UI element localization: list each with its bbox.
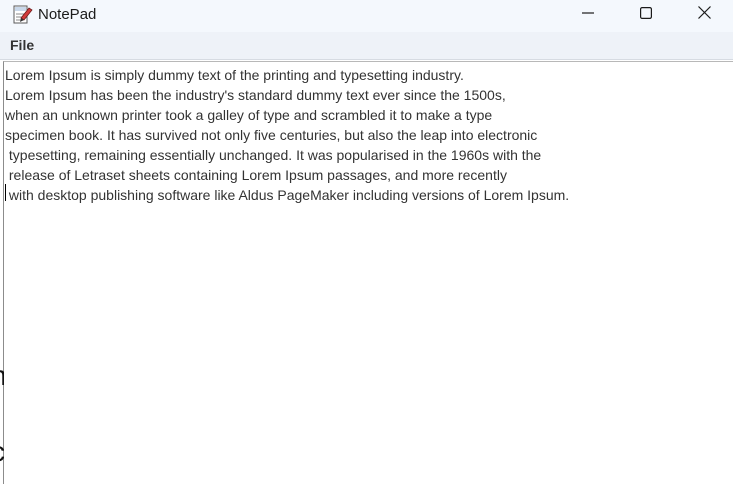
maximize-icon [640,6,653,24]
minimize-button[interactable] [565,0,611,30]
notepad-app-icon [11,4,33,26]
close-button[interactable] [681,0,727,30]
text-editor-area[interactable]: Lorem Ipsum is simply dummy text of the … [3,61,733,484]
text-caret [5,184,6,201]
background-window-fragment: c [0,440,4,464]
editor-line-1: Lorem Ipsum is simply dummy text of the … [5,67,464,83]
background-window-fragment: l [0,400,4,424]
menu-bar: File [0,32,733,60]
editor-line-2: Lorem Ipsum has been the industry's stan… [5,87,506,103]
minimize-icon [582,6,594,24]
window-title: NotePad [38,6,97,23]
maximize-button[interactable] [623,0,669,30]
menu-file[interactable]: File [10,37,34,54]
title-bar[interactable]: NotePad [0,0,733,32]
close-icon [697,6,711,24]
editor-line-3: when an unknown printer took a galley of… [5,107,493,123]
notepad-window: NotePad File Lorem Ipsum is simply dummy… [0,0,733,484]
editor-line-5: typesetting, remaining essentially uncha… [5,147,542,163]
background-window-fragment: n [0,364,4,388]
editor-line-7: with desktop publishing software like Al… [5,187,570,203]
editor-line-6: release of Letraset sheets containing Lo… [5,167,507,183]
editor-line-4: specimen book. It has survived not only … [5,127,538,143]
